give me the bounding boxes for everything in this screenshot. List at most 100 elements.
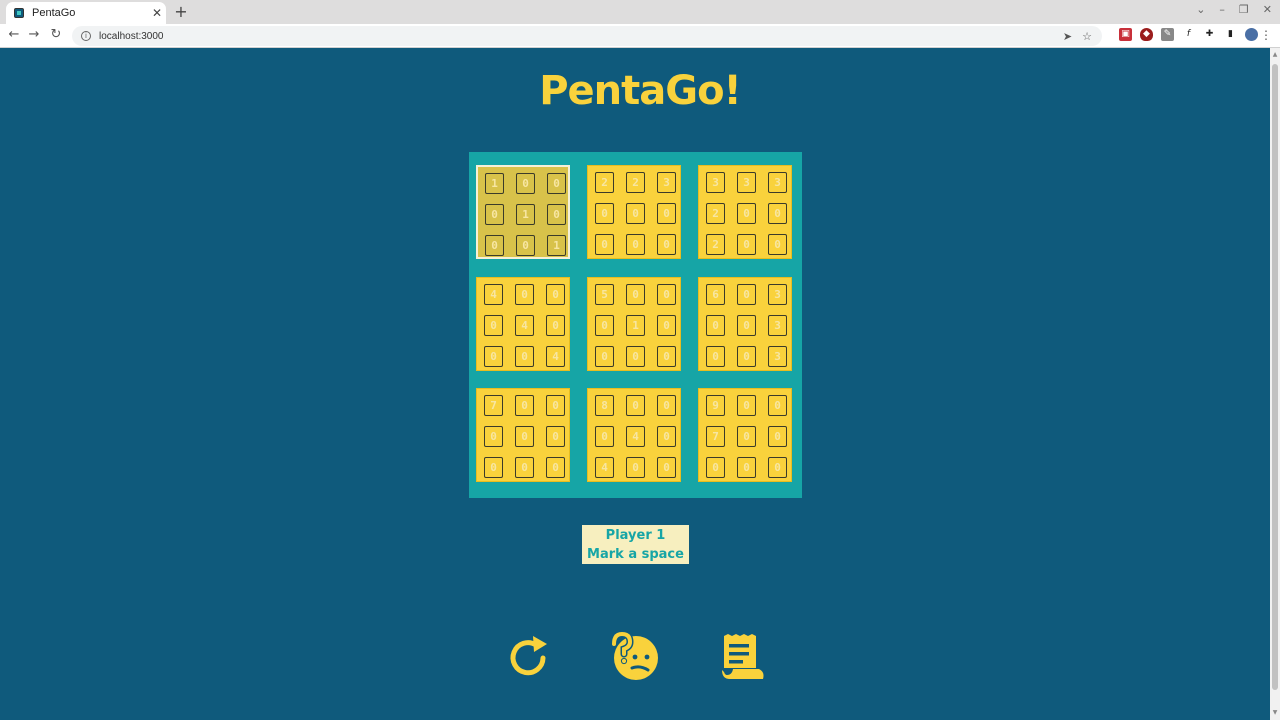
board-cell[interactable]: 8 [595, 395, 614, 416]
board-cell[interactable]: 1 [516, 204, 535, 225]
quadrant-1[interactable]: 100010001 [476, 165, 570, 259]
board-cell[interactable]: 0 [546, 284, 565, 305]
board-cell[interactable]: 0 [484, 426, 503, 447]
scroll-up-icon[interactable]: ▲ [1270, 50, 1280, 60]
board-cell[interactable]: 0 [546, 457, 565, 478]
board-cell[interactable]: 0 [516, 173, 535, 194]
board-cell[interactable]: 4 [515, 315, 534, 336]
forward-icon[interactable]: → [26, 27, 42, 43]
board-cell[interactable]: 0 [737, 203, 756, 224]
reload-icon[interactable]: ↻ [48, 27, 64, 43]
board-cell[interactable]: 9 [706, 395, 725, 416]
board-cell[interactable]: 0 [706, 315, 725, 336]
board-cell[interactable]: 0 [515, 346, 534, 367]
board-cell[interactable]: 0 [547, 204, 566, 225]
board-cell[interactable]: 0 [737, 426, 756, 447]
board-cell[interactable]: 0 [737, 346, 756, 367]
board-cell[interactable]: 3 [768, 315, 787, 336]
board-cell[interactable]: 0 [768, 395, 787, 416]
board-cell[interactable]: 0 [657, 234, 676, 255]
board-cell[interactable]: 5 [595, 284, 614, 305]
board-cell[interactable]: 0 [484, 457, 503, 478]
board-cell[interactable]: 2 [706, 234, 725, 255]
board-cell[interactable]: 1 [547, 235, 566, 256]
board-cell[interactable]: 4 [484, 284, 503, 305]
board-cell[interactable]: 0 [737, 315, 756, 336]
board-cell[interactable]: 0 [737, 284, 756, 305]
restart-icon[interactable] [505, 634, 553, 682]
board-cell[interactable]: 0 [737, 395, 756, 416]
board-cell[interactable]: 0 [626, 395, 645, 416]
board-cell[interactable]: 0 [595, 426, 614, 447]
extension-pen-icon[interactable]: ✎ [1161, 28, 1174, 41]
board-cell[interactable]: 0 [657, 395, 676, 416]
board-cell[interactable]: 3 [768, 172, 787, 193]
sidepanel-icon[interactable]: ▮ [1224, 28, 1237, 41]
board-cell[interactable]: 0 [737, 457, 756, 478]
scrollbar[interactable]: ▲ ▼ [1270, 48, 1280, 720]
board-cell[interactable]: 0 [657, 284, 676, 305]
board-cell[interactable]: 3 [768, 284, 787, 305]
shield-icon[interactable]: ◆ [1140, 28, 1153, 41]
tab-search-icon[interactable]: ⌄ [1196, 3, 1205, 16]
close-window-icon[interactable]: ✕ [1263, 3, 1272, 16]
board-cell[interactable]: 0 [546, 426, 565, 447]
send-icon[interactable]: ➤ [1063, 30, 1072, 43]
board-cell[interactable]: 3 [706, 172, 725, 193]
board-cell[interactable]: 0 [737, 234, 756, 255]
board-cell[interactable]: 0 [657, 203, 676, 224]
quadrant-8[interactable]: 800040400 [587, 388, 681, 482]
quadrant-3[interactable]: 333200200 [698, 165, 792, 259]
board-cell[interactable]: 0 [768, 426, 787, 447]
board-cell[interactable]: 4 [626, 426, 645, 447]
url-text[interactable]: localhost:3000 [99, 31, 1063, 42]
board-cell[interactable]: 0 [595, 203, 614, 224]
board-cell[interactable]: 0 [595, 346, 614, 367]
board-cell[interactable]: 0 [515, 284, 534, 305]
board-cell[interactable]: 4 [546, 346, 565, 367]
board-cell[interactable]: 2 [595, 172, 614, 193]
tab-close-icon[interactable]: ✕ [148, 6, 166, 20]
board-cell[interactable]: 0 [626, 457, 645, 478]
scroll-thumb[interactable] [1272, 64, 1278, 690]
extension-red-icon[interactable]: ▣ [1119, 28, 1132, 41]
board-cell[interactable]: 7 [706, 426, 725, 447]
board-cell[interactable]: 0 [515, 395, 534, 416]
board-cell[interactable]: 0 [706, 346, 725, 367]
board-cell[interactable]: 4 [595, 457, 614, 478]
quadrant-7[interactable]: 700000000 [476, 388, 570, 482]
quadrant-5[interactable]: 500010000 [587, 277, 681, 371]
board-cell[interactable]: 0 [626, 203, 645, 224]
board-cell[interactable]: 3 [737, 172, 756, 193]
board-cell[interactable]: 0 [515, 426, 534, 447]
bookmark-star-icon[interactable]: ☆ [1082, 30, 1092, 43]
browser-tab[interactable]: PentaGo ✕ [6, 2, 166, 24]
board-cell[interactable]: 2 [626, 172, 645, 193]
quadrant-9[interactable]: 900700000 [698, 388, 792, 482]
thinking-face-icon[interactable] [608, 630, 660, 682]
board-cell[interactable]: 3 [657, 172, 676, 193]
board-cell[interactable]: 0 [516, 235, 535, 256]
minimize-icon[interactable]: – [1219, 3, 1225, 16]
board-cell[interactable]: 1 [485, 173, 504, 194]
board-cell[interactable]: 3 [768, 346, 787, 367]
board-cell[interactable]: 0 [626, 346, 645, 367]
board-cell[interactable]: 0 [768, 457, 787, 478]
puzzle-icon[interactable]: ✚ [1203, 28, 1216, 41]
menu-icon[interactable]: ⋮ [1260, 28, 1272, 42]
board-cell[interactable]: 0 [547, 173, 566, 194]
quadrant-6[interactable]: 603003003 [698, 277, 792, 371]
board-cell[interactable]: 0 [657, 457, 676, 478]
board-cell[interactable]: 0 [484, 315, 503, 336]
board-cell[interactable]: 0 [768, 234, 787, 255]
quadrant-2[interactable]: 223000000 [587, 165, 681, 259]
board-cell[interactable]: 0 [546, 395, 565, 416]
board-cell[interactable]: 0 [546, 315, 565, 336]
back-icon[interactable]: ← [6, 27, 22, 43]
board-cell[interactable]: 0 [657, 346, 676, 367]
new-tab-button[interactable]: + [172, 2, 190, 21]
board-cell[interactable]: 6 [706, 284, 725, 305]
scroll-icon[interactable] [719, 632, 767, 682]
board-cell[interactable]: 2 [706, 203, 725, 224]
profile-avatar[interactable] [1245, 28, 1258, 41]
